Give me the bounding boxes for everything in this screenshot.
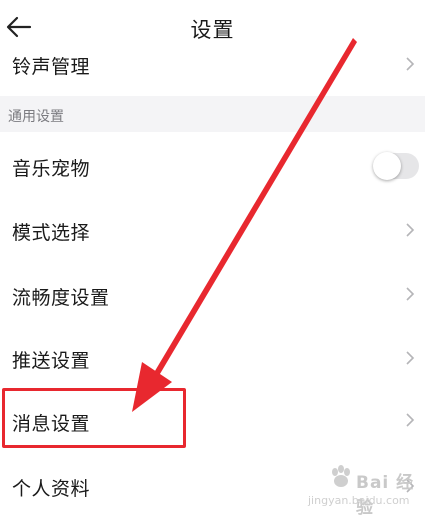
list-item-label: 推送设置	[12, 350, 91, 372]
section-header-general: 通用设置	[0, 96, 425, 132]
list-item-ringtone[interactable]: 铃声管理	[0, 44, 425, 94]
list-item-label: 模式选择	[12, 222, 91, 244]
baidu-watermark: Bai 经验 jingyan.baidu.com	[308, 462, 423, 518]
list-item-label: 音乐宠物	[12, 158, 91, 180]
chevron-right-icon	[406, 287, 415, 301]
list-item-label: 流畅度设置	[12, 287, 110, 309]
list-item-smoothness[interactable]: 流畅度设置	[0, 262, 425, 326]
list-item-mode-select[interactable]: 模式选择	[0, 198, 425, 262]
toggle-knob	[373, 152, 401, 180]
paw-logo-icon	[332, 465, 350, 487]
watermark-logo-text: Bai 经验	[356, 473, 415, 518]
highlight-box-annotation	[2, 388, 186, 448]
list-item-push[interactable]: 推送设置	[0, 326, 425, 390]
section-label: 通用设置	[8, 109, 64, 125]
chevron-right-icon	[406, 223, 415, 237]
list-item-label: 个人资料	[12, 478, 91, 500]
list-item-label: 铃声管理	[12, 56, 91, 78]
page-title: 设置	[190, 18, 235, 42]
chevron-right-icon	[406, 351, 415, 365]
list-item-music-pet[interactable]: 音乐宠物	[0, 132, 425, 198]
chevron-right-icon	[406, 413, 415, 427]
watermark-url: jingyan.baidu.com	[308, 494, 410, 507]
chevron-right-icon	[406, 57, 415, 71]
music-pet-toggle[interactable]	[373, 152, 419, 180]
